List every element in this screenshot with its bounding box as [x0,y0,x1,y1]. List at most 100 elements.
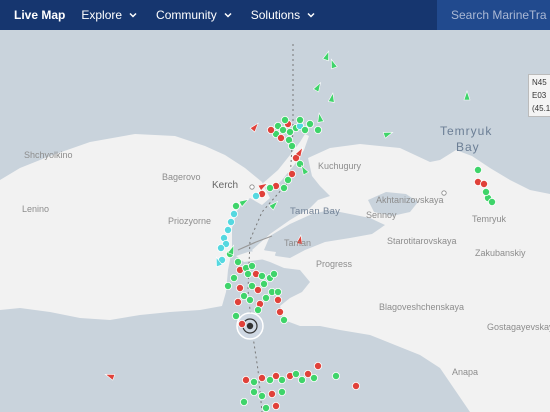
vessel-marker[interactable] [276,134,285,143]
vessel-marker[interactable] [243,269,252,278]
vessel-marker[interactable] [297,375,306,384]
vessel-marker[interactable] [216,243,225,252]
vessel-marker[interactable] [287,142,296,151]
vessel-marker[interactable] [104,371,116,381]
coordinate-readout: N45 E03 (45.1 [528,74,550,117]
vessel-marker[interactable] [233,297,242,306]
vessel-marker[interactable] [269,269,278,278]
coord-extra: (45.1 [532,104,550,113]
vessel-marker[interactable] [257,391,266,400]
place-zakubanskiy: Zakubanskiy [475,248,526,258]
place-starotitarovskaya: Starotitarovskaya [387,236,457,246]
place-gostagayevskaya: Gostagayevskaya [487,322,550,332]
vessel-marker[interactable] [229,273,238,282]
vessel-marker[interactable] [223,225,232,234]
vessel-marker[interactable] [247,261,256,270]
place-taman-bay: Taman Bay [290,206,341,217]
vessel-marker[interactable] [249,377,258,386]
coord-lon: E03 [532,91,547,100]
search-box[interactable] [437,0,550,30]
nav-explore[interactable]: Explore [81,8,138,22]
map-canvas[interactable]: Shchyolkino Bagerovo Kerch Lenino Priozy… [0,30,550,412]
vessel-marker[interactable] [275,307,284,316]
vessel-marker[interactable] [226,217,235,226]
nav-solutions[interactable]: Solutions [251,8,316,22]
vessel-marker[interactable] [253,285,262,294]
chevron-down-icon [224,12,232,18]
vessel-marker[interactable] [309,373,318,382]
vessel-marker[interactable] [305,120,314,129]
coord-lat: N45 [532,78,547,87]
vessel-marker[interactable] [265,183,274,192]
vessel-marker[interactable] [327,92,335,103]
vessel-marker[interactable] [313,361,322,370]
place-temryuk-bay-2: Bay [456,140,480,154]
vessel-marker[interactable] [238,197,250,208]
nav-community-label: Community [156,8,217,22]
vessel-marker[interactable] [266,126,275,135]
vessel-marker[interactable] [322,50,332,62]
vessel-marker[interactable] [481,187,490,196]
vessel-marker[interactable] [235,283,244,292]
vessel-marker[interactable] [273,287,282,296]
vessel-marker[interactable] [278,126,287,135]
place-temryuk: Temryuk [472,214,507,224]
vessel-marker[interactable] [277,387,286,396]
vessel-marker[interactable] [316,112,325,123]
vessel-marker[interactable] [300,126,309,135]
live-map-link[interactable]: Live Map [14,8,65,22]
vessel-marker[interactable] [231,311,240,320]
chevron-down-icon [129,12,137,18]
vessel-marker[interactable] [273,295,282,304]
vessel-marker[interactable] [463,90,471,101]
place-kerch: Kerch [212,180,239,191]
nav-explore-label: Explore [81,8,123,22]
vessel-marker[interactable] [251,191,260,200]
vessel-marker[interactable] [291,369,300,378]
vessel-marker[interactable] [257,373,266,382]
vessel-marker[interactable] [279,315,288,324]
place-blagoveshchenskaya: Blagoveshchenskaya [379,302,465,312]
vessel-marker[interactable] [279,183,288,192]
vessel-marker[interactable] [313,126,322,135]
vessel-marker[interactable] [249,387,258,396]
vessel-marker[interactable] [331,371,340,380]
vessel-marker[interactable] [231,201,240,210]
vessel-marker[interactable] [280,116,289,125]
vessel-marker[interactable] [268,199,280,211]
vessel-marker[interactable] [283,175,292,184]
vessel-marker[interactable] [239,397,248,406]
vessel-marker[interactable] [237,319,246,328]
place-temryuk-bay-1: Temryuk [440,124,493,138]
top-nav-bar: Live Map Explore Community Solutions [0,0,550,30]
vessel-marker[interactable] [473,165,482,174]
vessel-marker[interactable] [328,58,338,70]
vessel-markers-layer [104,50,496,412]
vessel-marker[interactable] [261,403,270,412]
vessel-marker[interactable] [229,209,238,218]
vessel-marker[interactable] [241,375,250,384]
vessel-marker[interactable] [253,305,262,314]
vessel-marker[interactable] [295,116,304,125]
vessel-marker[interactable] [257,271,266,280]
vessel-marker[interactable] [223,281,232,290]
place-progress: Progress [316,259,353,269]
vessel-marker[interactable] [312,81,323,93]
place-priozyorne: Priozyorne [168,216,212,226]
vessel-marker[interactable] [479,179,488,188]
vessel-marker[interactable] [259,279,268,288]
search-input[interactable] [451,8,550,22]
vessel-marker[interactable] [271,401,280,410]
vessel-marker[interactable] [277,375,286,384]
vessel-marker[interactable] [351,381,360,390]
vessel-marker[interactable] [267,389,276,398]
vessel-marker[interactable] [487,197,496,206]
vessel-marker[interactable] [233,257,242,266]
vessel-marker[interactable] [245,295,254,304]
place-kuchugury: Kuchugury [318,161,362,171]
vessel-marker[interactable] [249,121,260,133]
nav-community[interactable]: Community [156,8,233,22]
place-sennoy: Sennoy [366,210,397,220]
vessel-marker[interactable] [261,293,270,302]
vessel-marker[interactable] [382,129,394,139]
